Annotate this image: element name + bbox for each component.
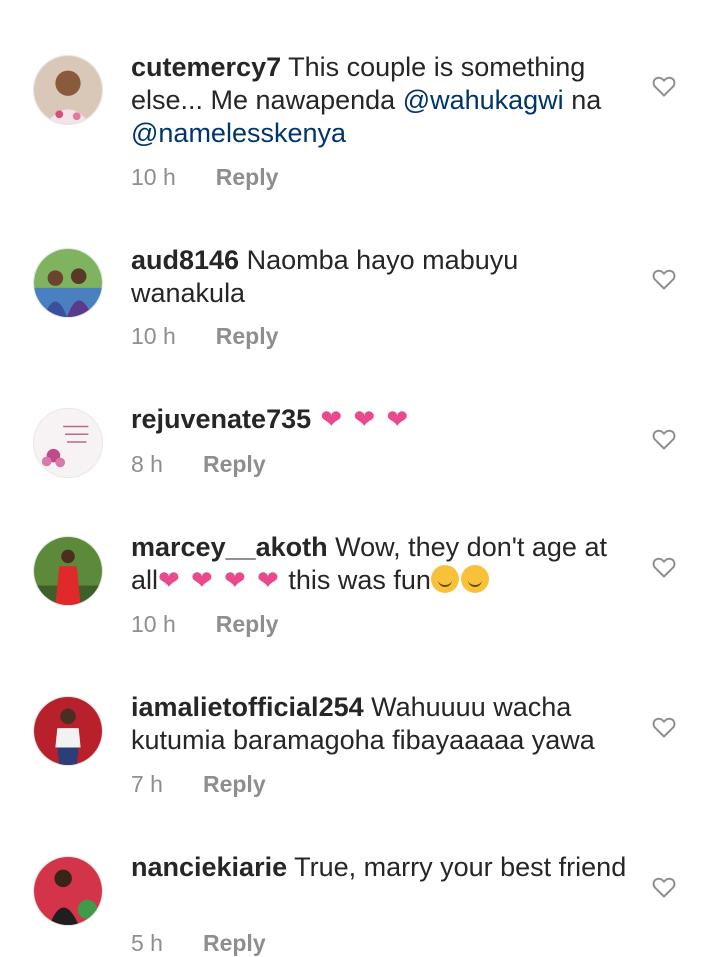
comment-body: True, marry your best friend <box>287 852 627 882</box>
reply-button[interactable]: Reply <box>216 323 279 350</box>
comment-text: rejuvenate735 ❤ ❤ ❤ <box>131 403 631 436</box>
comment-time: 5 h <box>131 930 163 956</box>
avatar[interactable] <box>33 55 103 125</box>
comment-time: 10 h <box>131 611 176 637</box>
heart-emoji: ❤ ❤ ❤ ❤ <box>158 565 281 595</box>
comment-username[interactable]: aud8146 <box>131 245 239 275</box>
comment-username[interactable]: cutemercy7 <box>131 52 281 82</box>
avatar[interactable] <box>33 696 103 766</box>
like-button[interactable] <box>652 716 676 738</box>
reply-button[interactable]: Reply <box>203 451 266 478</box>
comment-text: iamalietofficial254 Wahuuuu wacha kutumi… <box>131 691 631 757</box>
mention-link[interactable]: @namelesskenya <box>131 118 346 148</box>
heart-outline-icon <box>652 429 676 450</box>
like-button[interactable] <box>652 428 676 450</box>
comment-meta: 7 h Reply <box>131 771 266 798</box>
reply-button[interactable]: Reply <box>216 164 279 191</box>
comment-meta: 10 h Reply <box>131 164 278 191</box>
avatar[interactable] <box>33 248 103 318</box>
comment-username[interactable]: rejuvenate735 <box>131 404 311 434</box>
comment-meta: 5 h Reply <box>131 930 266 957</box>
comment-time: 7 h <box>131 771 163 797</box>
comment-text: aud8146 Naomba hayo mabuyu wanakula <box>131 244 631 310</box>
avatar[interactable] <box>33 536 103 606</box>
mention-link[interactable]: @wahukagwi <box>403 85 564 115</box>
avatar[interactable] <box>33 856 103 926</box>
smiling-face-emoji <box>460 565 489 593</box>
smiling-face-emoji <box>430 565 459 593</box>
comment-meta: 10 h Reply <box>131 611 278 638</box>
comment-time: 8 h <box>131 451 163 477</box>
reply-button[interactable]: Reply <box>216 611 279 638</box>
like-button[interactable] <box>652 556 676 578</box>
heart-emoji: ❤ ❤ ❤ <box>311 404 411 434</box>
comment-username[interactable]: nanciekiarie <box>131 852 287 882</box>
reply-button[interactable]: Reply <box>203 930 266 957</box>
comment-username[interactable]: iamalietofficial254 <box>131 692 364 722</box>
comment-username[interactable]: marcey__akoth <box>131 532 328 562</box>
heart-outline-icon <box>652 717 676 738</box>
heart-outline-icon <box>652 557 676 578</box>
like-button[interactable] <box>652 268 676 290</box>
reply-button[interactable]: Reply <box>203 771 266 798</box>
avatar[interactable] <box>33 408 103 478</box>
comment-body: na <box>563 85 602 115</box>
heart-outline-icon <box>652 76 676 97</box>
heart-outline-icon <box>652 269 676 290</box>
comment-time: 10 h <box>131 323 176 349</box>
like-button[interactable] <box>652 876 676 898</box>
comment-meta: 10 h Reply <box>131 323 278 350</box>
comment-time: 10 h <box>131 164 176 190</box>
comment-text: marcey__akoth Wow, they don't age at all… <box>131 531 631 597</box>
comment-text: cutemercy7 This couple is something else… <box>131 51 631 150</box>
comment-meta: 8 h Reply <box>131 451 266 478</box>
heart-outline-icon <box>652 877 676 898</box>
like-button[interactable] <box>652 75 676 97</box>
comment-body: this was fun <box>280 565 431 595</box>
comment-text: nanciekiarie True, marry your best frien… <box>131 851 631 884</box>
